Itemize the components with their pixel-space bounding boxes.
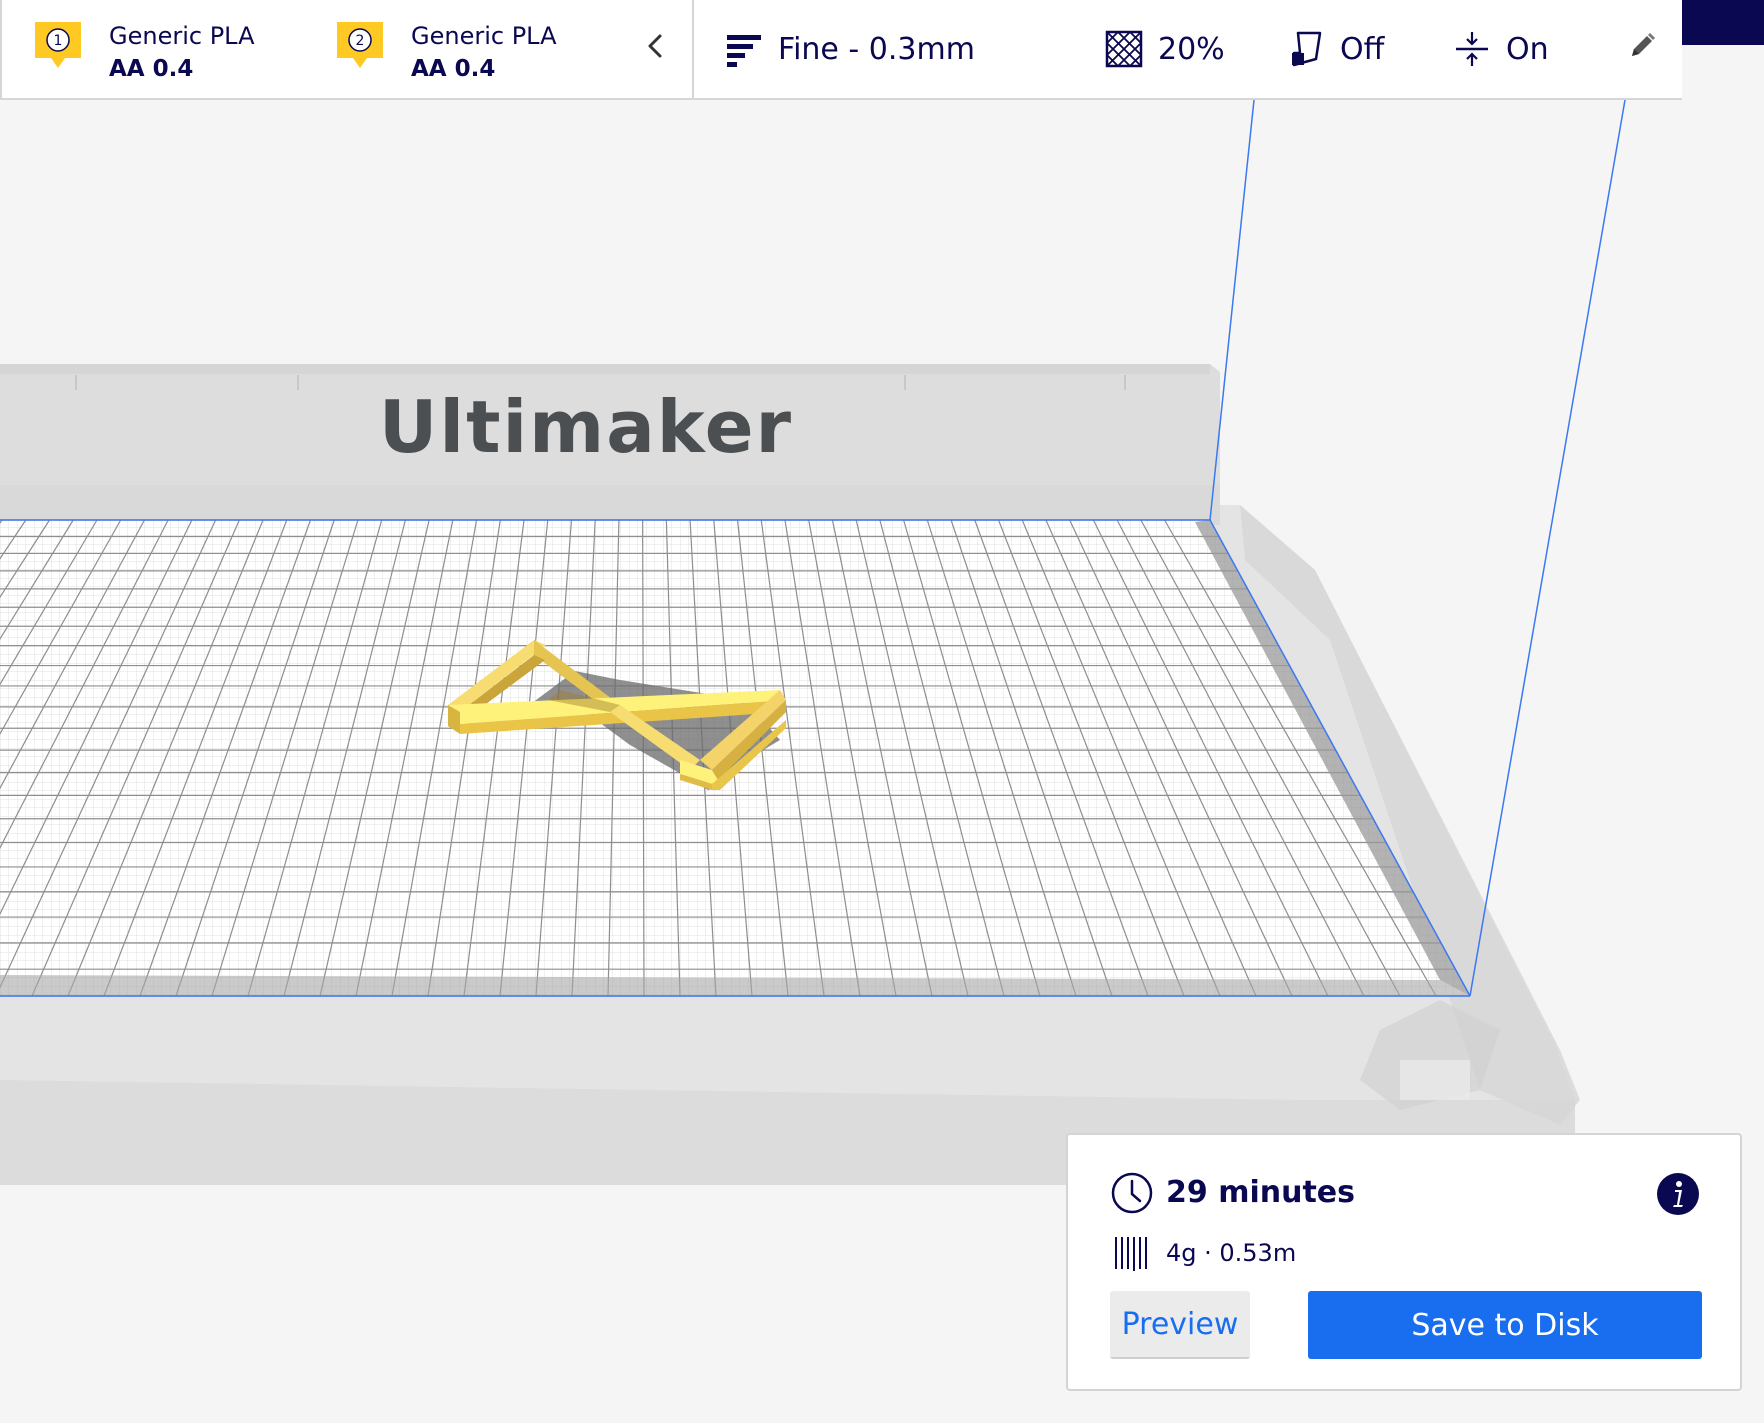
filament-icon — [1115, 1237, 1147, 1271]
clock-icon — [1111, 1172, 1153, 1214]
extruder-badge-icon: 1 — [35, 22, 81, 68]
extruder-1-nozzle: AA 0.4 — [109, 56, 194, 82]
svg-text:2: 2 — [356, 33, 365, 49]
infill-setting[interactable]: 20% — [1104, 0, 1225, 98]
profile-setting[interactable]: Fine - 0.3mm — [724, 0, 975, 98]
print-output-panel: 29 minutes 4g · 0.53m Preview Save to Di… — [1066, 1133, 1742, 1391]
extruder-2-nozzle: AA 0.4 — [411, 56, 496, 82]
extruder-2[interactable]: 2 Generic PLA AA 0.4 — [304, 0, 564, 98]
profile-label: Fine - 0.3mm — [778, 31, 975, 67]
save-to-disk-button[interactable]: Save to Disk — [1308, 1291, 1702, 1359]
material-usage: 4g · 0.53m — [1166, 1239, 1297, 1267]
infill-label: 20% — [1158, 31, 1225, 67]
pencil-icon[interactable] — [1626, 30, 1658, 62]
preview-button[interactable]: Preview — [1110, 1291, 1250, 1359]
support-label: Off — [1340, 31, 1385, 67]
chevron-left-icon[interactable] — [636, 26, 676, 66]
support-icon — [1292, 31, 1322, 67]
print-settings-selector[interactable]: Fine - 0.3mm 20% Off On — [694, 0, 1682, 98]
brand-logo: Ultimaker — [379, 385, 793, 469]
extruder-badge-icon: 2 — [337, 22, 383, 68]
info-icon[interactable] — [1656, 1172, 1700, 1216]
infill-pattern-icon — [1105, 30, 1143, 68]
profile-lines-icon — [727, 35, 761, 67]
svg-text:1: 1 — [54, 33, 63, 49]
extruder-1[interactable]: 1 Generic PLA AA 0.4 — [2, 0, 262, 98]
adhesion-label: On — [1506, 31, 1549, 67]
extruder-1-material: Generic PLA — [109, 22, 255, 50]
support-setting[interactable]: Off — [1286, 0, 1384, 98]
top-toolbar: 1 Generic PLA AA 0.4 2 Generic PLA AA 0.… — [0, 0, 1682, 100]
back-wall: Ultimaker — [0, 364, 1220, 525]
extruder-selector[interactable]: 1 Generic PLA AA 0.4 2 Generic PLA AA 0.… — [2, 0, 694, 98]
marketplace-corner[interactable] — [1682, 0, 1764, 45]
print-time: 29 minutes — [1166, 1175, 1355, 1210]
adhesion-setting[interactable]: On — [1452, 0, 1549, 98]
extruder-2-material: Generic PLA — [411, 22, 557, 50]
adhesion-icon — [1456, 32, 1488, 66]
